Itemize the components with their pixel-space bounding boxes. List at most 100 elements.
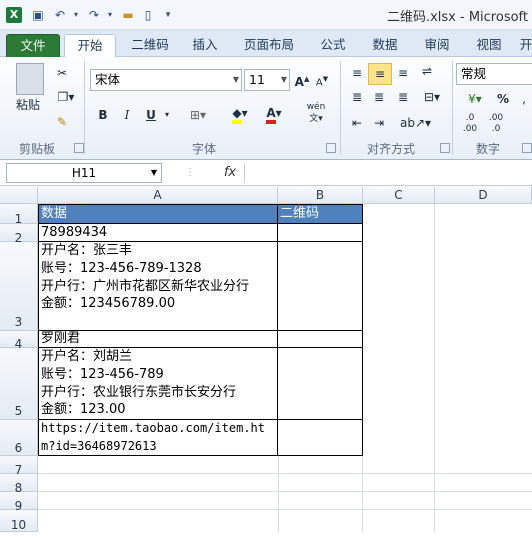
align-right-icon[interactable]: ≣ <box>394 87 412 107</box>
formula-bar-splitter[interactable]: ⋮ <box>170 168 210 178</box>
worksheet-grid[interactable]: A B C D 1 2 3 4 5 6 7 8 9 10 数据 二维码 7898… <box>0 187 532 532</box>
increase-font-icon[interactable]: A▲ <box>294 69 310 92</box>
tab-review[interactable]: 审阅 <box>416 34 458 57</box>
align-middle-icon[interactable]: ≡ <box>368 63 392 85</box>
decrease-font-icon[interactable]: A▼ <box>314 69 330 93</box>
number-format-select[interactable]: 常规 <box>456 63 532 85</box>
font-launcher-icon[interactable] <box>326 143 336 153</box>
align-top-icon[interactable]: ≡ <box>348 63 366 83</box>
font-group-label: 字体 <box>191 142 216 156</box>
row-header[interactable]: 5 <box>0 348 38 420</box>
copy-icon[interactable]: ❐▾ <box>52 87 80 107</box>
increase-decimal-icon[interactable]: .0.00 <box>458 113 482 135</box>
open-folder-icon[interactable]: ▬ <box>120 7 136 23</box>
row-header[interactable]: 9 <box>0 492 38 513</box>
cell-a5[interactable]: 开户名：刘胡兰 账号：123-456-789 开户行：农业银行东莞市长安分行 金… <box>38 348 278 420</box>
cell-b5[interactable] <box>278 348 363 420</box>
tab-home[interactable]: 开始 <box>64 34 116 59</box>
clipboard-launcher-icon[interactable] <box>74 143 84 153</box>
cell-a4[interactable]: 罗刚君 <box>38 331 278 348</box>
column-d-area[interactable] <box>435 204 532 456</box>
customize-toolbar-icon[interactable]: ▾ <box>160 7 176 23</box>
percent-button[interactable]: % <box>494 89 512 109</box>
cell-b2[interactable] <box>278 224 363 242</box>
row-header[interactable]: 1 <box>0 204 38 226</box>
undo-icon[interactable]: ↶ <box>52 7 68 23</box>
paste-button[interactable]: 粘贴 <box>8 95 48 115</box>
column-header[interactable]: A <box>38 187 278 204</box>
row-header[interactable]: 6 <box>0 420 38 456</box>
empty-row[interactable] <box>38 510 532 532</box>
underline-button[interactable]: U <box>140 105 162 125</box>
phonetic-icon[interactable]: wén 文▾ <box>302 101 330 125</box>
tab-insert[interactable]: 插入 <box>184 34 226 57</box>
phonetic-label: wén <box>306 102 326 112</box>
cell-a2[interactable]: 78989434 <box>38 224 278 242</box>
tab-page-layout[interactable]: 页面布局 <box>238 34 300 57</box>
align-bottom-icon[interactable]: ≡ <box>394 63 412 83</box>
name-box[interactable]: H11 ▼ <box>6 163 162 183</box>
underline-dropdown-icon[interactable]: ▾ <box>162 105 172 125</box>
excel-icon[interactable]: X <box>6 7 22 23</box>
undo-dropdown-icon[interactable]: ▾ <box>68 7 84 23</box>
empty-row[interactable] <box>38 456 532 474</box>
cell-b3[interactable] <box>278 242 363 331</box>
tab-data[interactable]: 数据 <box>364 34 406 57</box>
cell-a1[interactable]: 数据 <box>38 204 278 224</box>
alignment-launcher-icon[interactable] <box>440 143 450 153</box>
border-icon[interactable]: ⊞▾ <box>184 105 212 125</box>
clipboard-group-label: 剪贴板 <box>18 142 55 156</box>
tab-qrcode[interactable]: 二维码 <box>124 34 176 57</box>
gridline <box>362 456 363 532</box>
select-all-corner[interactable] <box>0 187 38 204</box>
row-header[interactable]: 8 <box>0 474 38 495</box>
column-header[interactable]: D <box>435 187 532 204</box>
column-c-area[interactable] <box>363 204 435 456</box>
align-center-icon[interactable]: ≣ <box>370 87 388 107</box>
format-painter-icon[interactable]: ✎ <box>52 112 72 132</box>
font-color-icon[interactable]: A▾ <box>260 103 288 124</box>
cell-b6[interactable] <box>278 420 363 456</box>
font-size-select[interactable]: 11 ▼ <box>244 69 290 91</box>
tab-formulas[interactable]: 公式 <box>312 34 354 57</box>
align-left-icon[interactable]: ≣ <box>348 87 366 107</box>
new-file-icon[interactable]: ▯ <box>140 7 156 23</box>
row-header[interactable]: 2 <box>0 224 38 245</box>
redo-icon[interactable]: ↷ <box>86 7 102 23</box>
row-header[interactable]: 4 <box>0 331 38 351</box>
insert-function-button[interactable]: fx <box>220 164 240 182</box>
redo-dropdown-icon[interactable]: ▾ <box>102 7 118 23</box>
currency-icon[interactable]: ¥▾ <box>460 89 490 109</box>
bold-button[interactable]: B <box>94 105 112 125</box>
increase-indent-icon[interactable]: ⇥ <box>370 113 388 133</box>
tab-more[interactable]: 开 <box>516 34 532 57</box>
cut-icon[interactable]: ✂ <box>52 63 72 83</box>
wrap-text-icon[interactable]: ⇌ <box>418 61 436 81</box>
row-header[interactable]: 10 <box>0 510 38 532</box>
cell-b4[interactable] <box>278 331 363 348</box>
row-header[interactable]: 3 <box>0 242 38 331</box>
decrease-decimal-icon[interactable]: .00.0 <box>484 113 508 135</box>
cell-a3[interactable]: 开户名：张三丰 账号：123-456-789-1328 开户行：广州市花都区新华… <box>38 242 278 331</box>
empty-row[interactable] <box>38 474 532 492</box>
tab-view[interactable]: 视图 <box>468 34 510 57</box>
comma-style-icon[interactable]: , <box>516 89 532 109</box>
tab-file[interactable]: 文件 <box>6 34 60 59</box>
font-name-select[interactable]: 宋体 ▼ <box>90 69 242 91</box>
orientation-icon[interactable]: ab↗▾ <box>400 113 431 133</box>
column-header[interactable]: B <box>278 187 363 204</box>
italic-button[interactable]: I <box>118 105 136 125</box>
row-header[interactable]: 7 <box>0 456 38 477</box>
cell-a6[interactable]: https://item.taobao.com/item.htm?id=3646… <box>38 420 278 456</box>
empty-row[interactable] <box>38 492 532 510</box>
fill-color-icon[interactable]: ◆▾ <box>226 103 254 124</box>
formula-input[interactable] <box>244 163 532 183</box>
paste-icon[interactable] <box>16 63 44 95</box>
column-header[interactable]: C <box>363 187 435 204</box>
decrease-indent-icon[interactable]: ⇤ <box>348 113 366 133</box>
save-icon[interactable]: ▣ <box>30 7 46 23</box>
cell-b1[interactable]: 二维码 <box>278 204 363 224</box>
chevron-down-icon: ▼ <box>232 75 239 84</box>
merge-center-icon[interactable]: ⊟▾ <box>418 87 446 107</box>
number-launcher-icon[interactable] <box>522 143 532 153</box>
